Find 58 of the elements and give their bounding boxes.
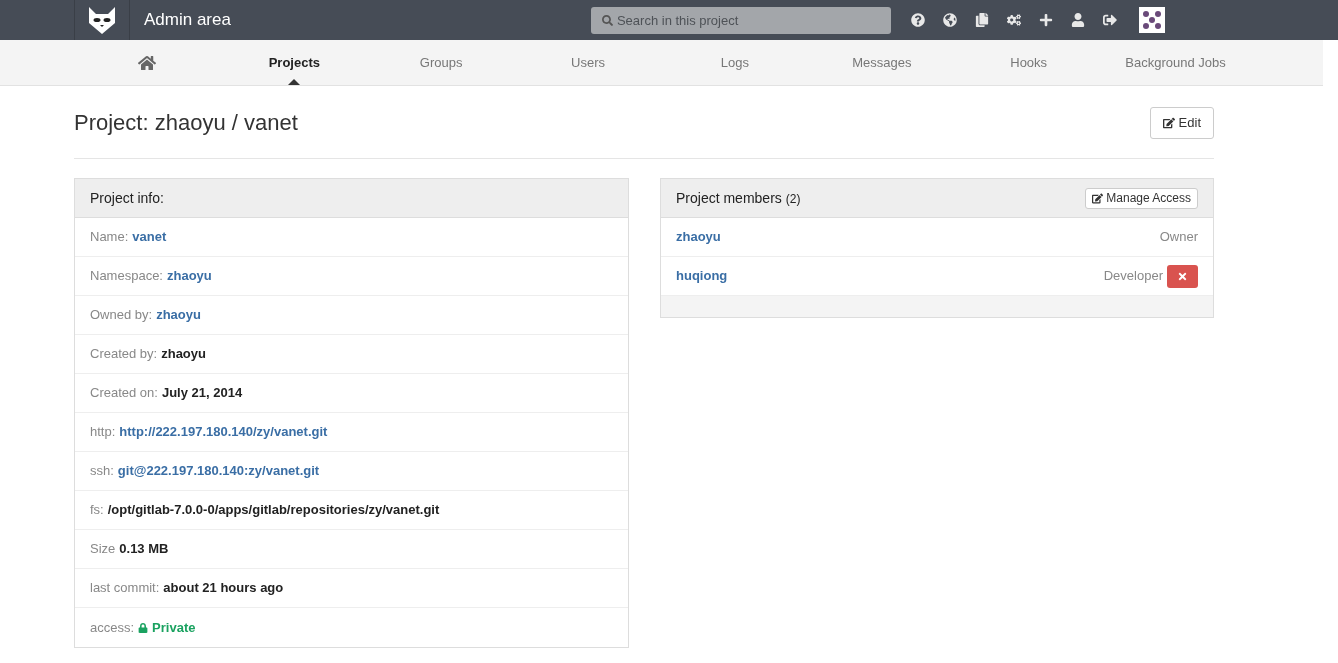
nav-tab[interactable]: Logs (720, 52, 750, 73)
nav-tab[interactable]: Hooks (1010, 52, 1048, 73)
manage-access-button[interactable]: Manage Access (1085, 187, 1198, 209)
info-label: Owned by: (90, 306, 153, 325)
active-caret-icon (288, 79, 301, 85)
help-icon[interactable] (910, 13, 925, 27)
member-role: Developer (1103, 267, 1163, 286)
member-count: (2) (785, 190, 801, 208)
gears-icon[interactable] (1006, 13, 1021, 27)
info-label: Created on: (90, 384, 158, 403)
page-title: Project: zhaoyu / vanet (74, 109, 298, 137)
info-label: ssh: (90, 462, 114, 481)
info-value: 0.13 MB (119, 540, 169, 559)
info-value[interactable]: git@222.197.180.140:zy/vanet.git (117, 461, 320, 481)
edit-icon (1092, 192, 1104, 204)
info-value[interactable]: http://222.197.180.140/zy/vanet.git (119, 422, 328, 442)
search-field[interactable]: Search in this project (590, 6, 891, 34)
lock-icon (138, 622, 149, 633)
info-value: /opt/gitlab-7.0.0-0/apps/gitlab/repositories/zy/vanet.git (107, 501, 440, 520)
nav-tab[interactable]: Projects (268, 52, 320, 73)
nav-tab[interactable]: Groups (419, 52, 463, 73)
info-value: about 21 hours ago (163, 579, 284, 598)
info-label: last commit: (90, 579, 160, 598)
info-label: access: (90, 618, 135, 637)
edit-button[interactable]: Edit (1149, 106, 1214, 139)
header-title: Admin area (144, 9, 231, 32)
panel-title: Project info: (75, 179, 628, 218)
info-value[interactable]: zhaoyu (167, 266, 212, 286)
info-label: Namespace: (90, 267, 163, 286)
search-icon (601, 14, 613, 26)
info-label: http: (90, 423, 116, 442)
info-value: July 21, 2014 (161, 384, 243, 403)
plus-icon[interactable] (1038, 13, 1053, 27)
member-name[interactable]: zhaoyu (676, 227, 721, 247)
info-label: Size (90, 540, 116, 559)
copy-icon[interactable] (974, 13, 989, 27)
globe-icon[interactable] (942, 13, 957, 27)
member-name[interactable]: huqiong (676, 266, 728, 286)
edit-icon (1162, 116, 1175, 129)
info-label: Created by: (90, 345, 158, 364)
sign-out-icon[interactable] (1102, 13, 1117, 27)
nav-tab[interactable]: Background Jobs (1125, 52, 1226, 73)
info-value[interactable]: vanet (132, 227, 167, 247)
nav-tab[interactable]: Messages (852, 52, 912, 73)
info-label: fs: (90, 501, 104, 520)
nav-tab[interactable]: Users (571, 52, 606, 73)
remove-member-button[interactable] (1167, 264, 1198, 288)
info-value[interactable]: zhaoyu (156, 305, 201, 325)
member-role: Owner (1159, 228, 1198, 247)
cat-logo-icon[interactable] (74, 0, 130, 40)
avatar-icon[interactable] (1138, 7, 1165, 33)
user-icon[interactable] (1070, 13, 1085, 27)
home-icon[interactable] (138, 53, 157, 72)
close-icon (1177, 270, 1188, 282)
info-value: Private (152, 618, 196, 637)
info-value: zhaoyu (161, 345, 206, 364)
info-label: Name: (90, 228, 129, 247)
panel-title: Project members (676, 188, 782, 208)
